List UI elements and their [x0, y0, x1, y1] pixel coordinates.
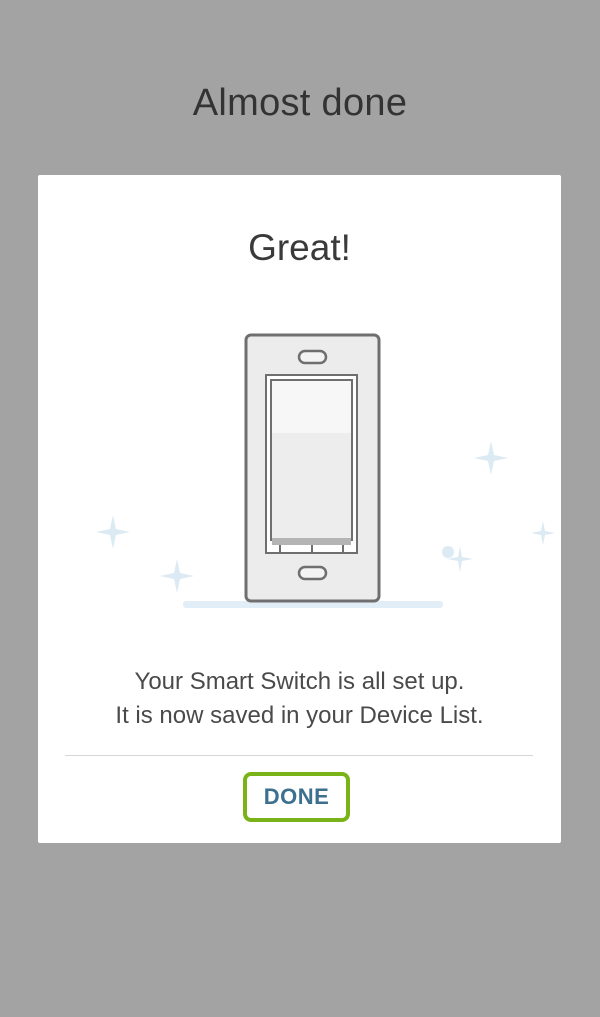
confirmation-message: Your Smart Switch is all set up. It is n…: [38, 665, 561, 733]
dot-icon: [442, 546, 454, 558]
divider: [65, 755, 533, 756]
dialog-title: Great!: [248, 227, 351, 268]
message-line-2: It is now saved in your Device List.: [115, 702, 484, 729]
sparkle-icon: [531, 521, 555, 545]
message-line-1: Your Smart Switch is all set up.: [134, 668, 465, 695]
smart-switch-illustration: [96, 333, 555, 608]
sparkle-icon: [96, 515, 130, 549]
done-button[interactable]: DONE: [243, 772, 350, 822]
sparkle-icon: [160, 559, 194, 593]
switch-plate: [244, 333, 381, 603]
sparkle-icon: [474, 441, 508, 475]
screen-title: Almost done: [192, 82, 408, 124]
setup-complete-dialog: Great! Your Smart Switch is all set up. …: [38, 175, 561, 843]
